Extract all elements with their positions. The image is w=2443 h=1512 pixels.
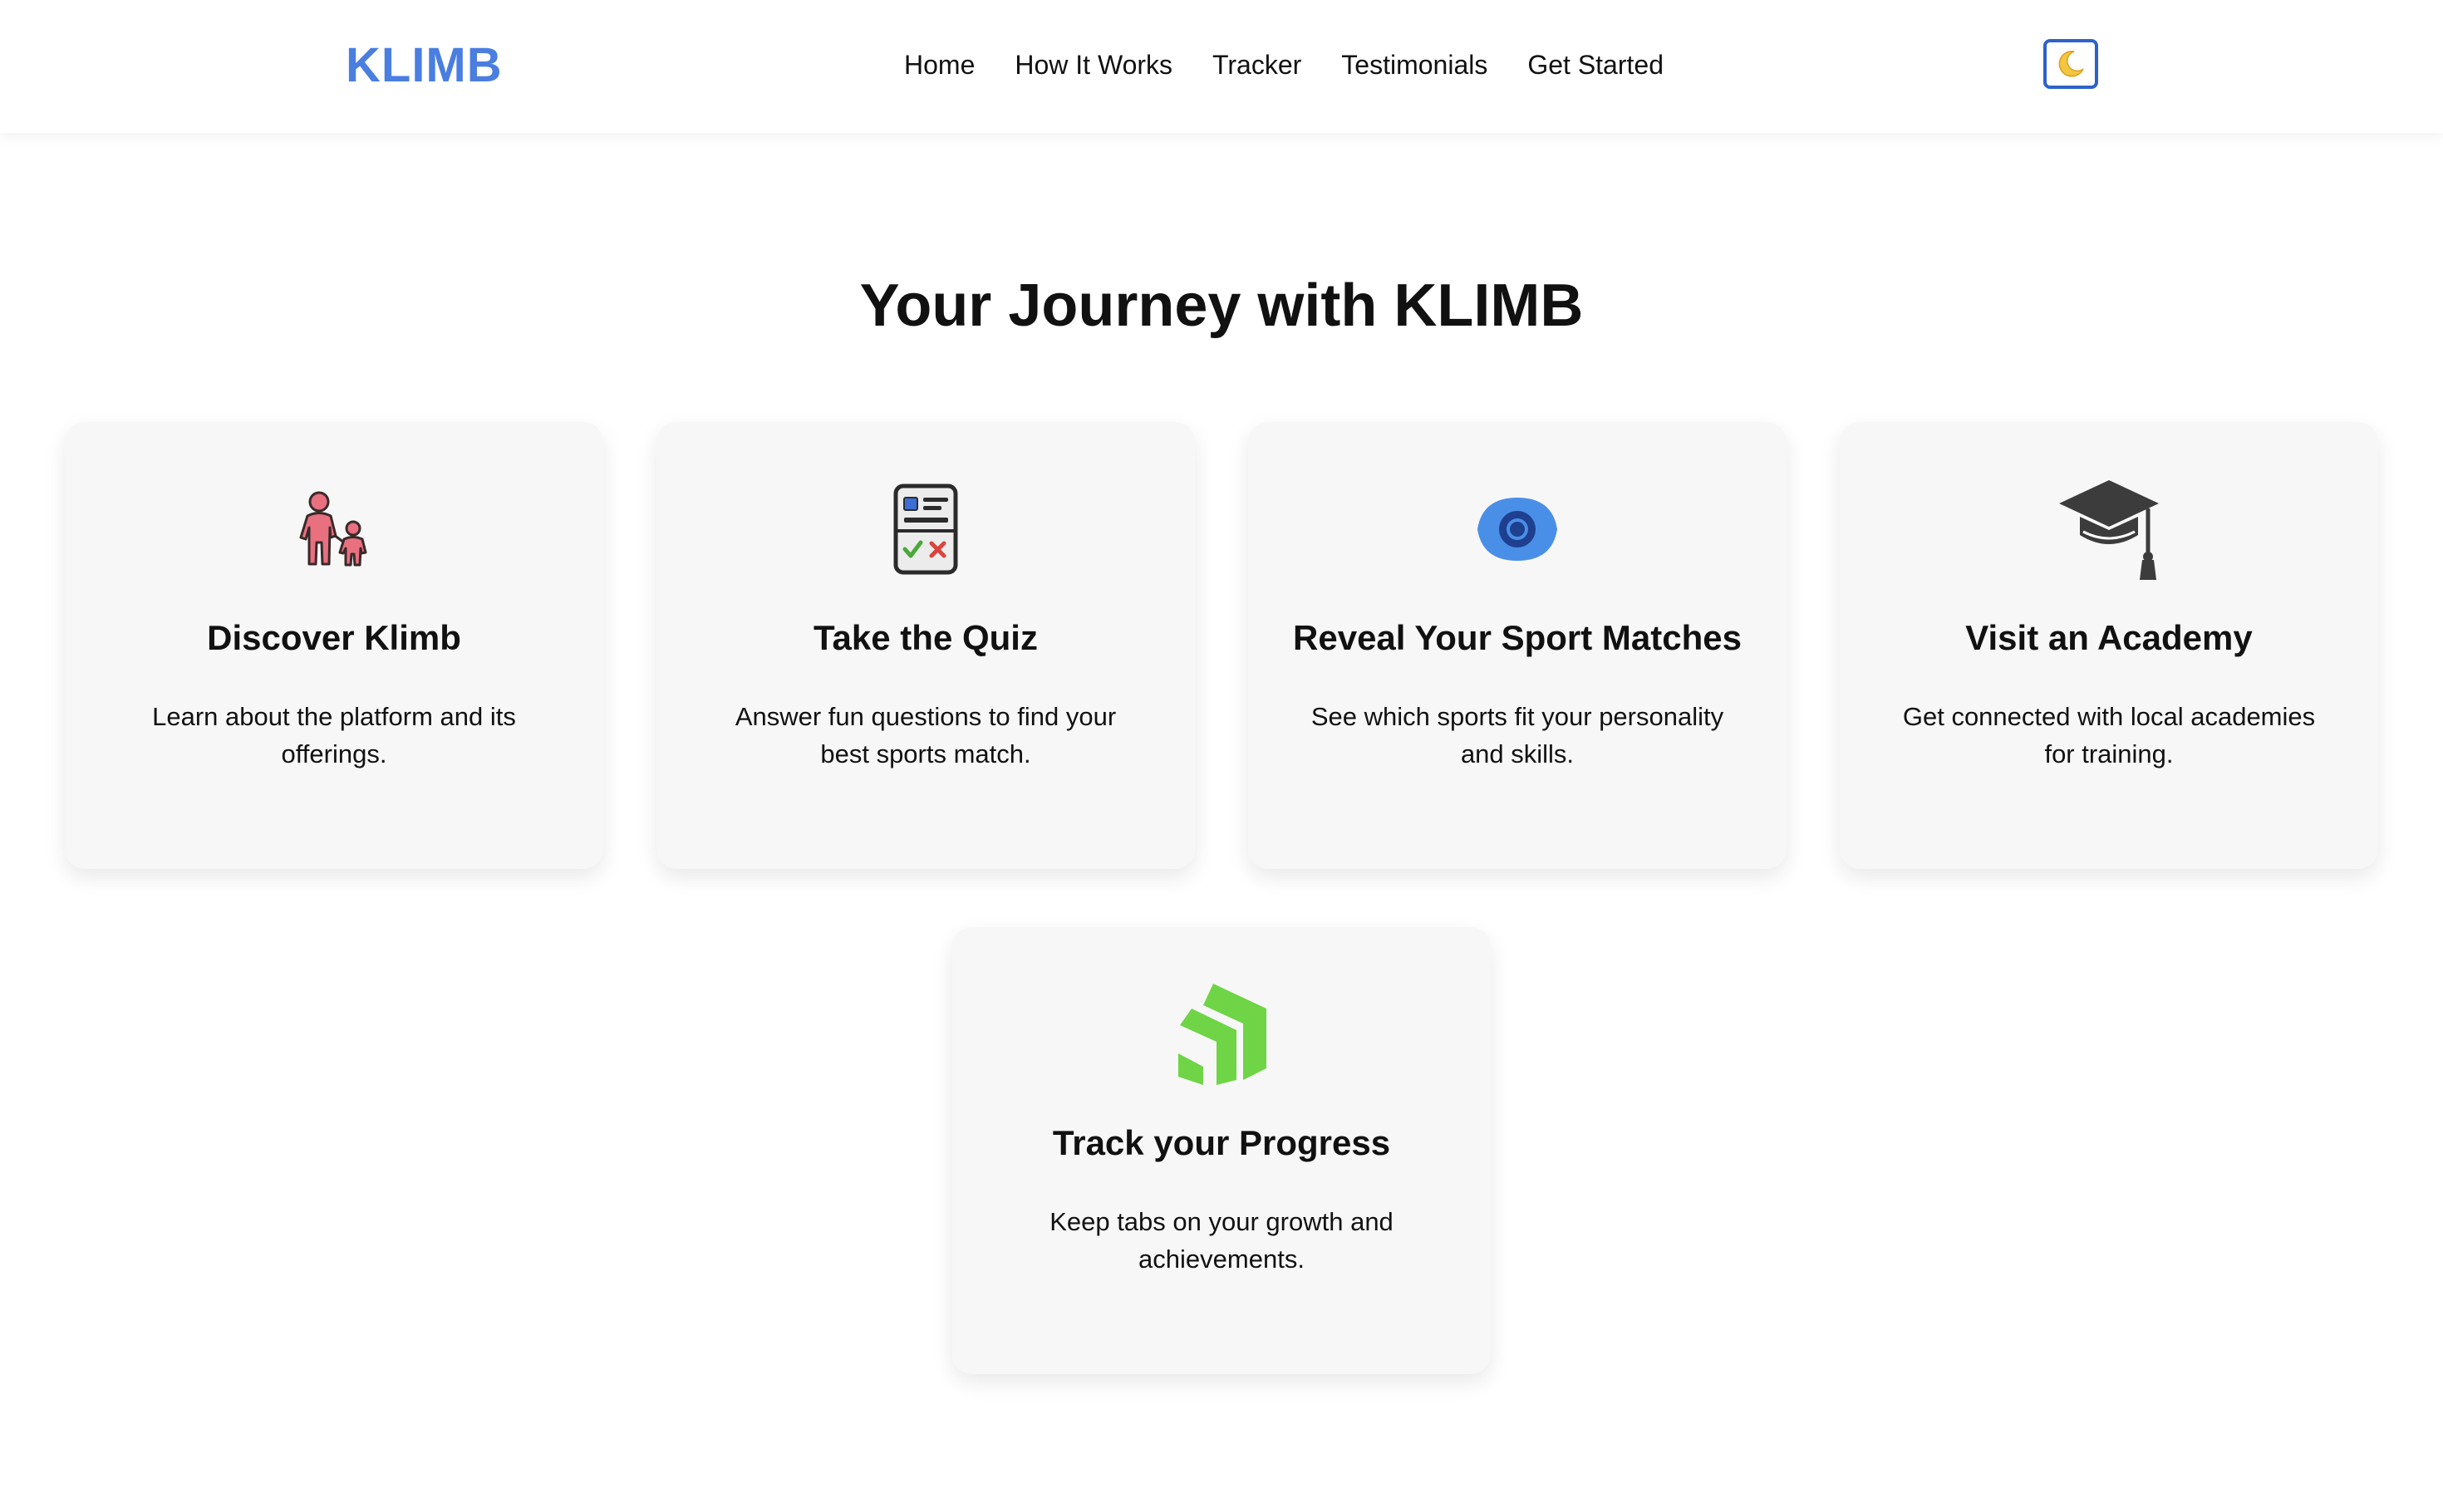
- quiz-form-icon: [893, 484, 958, 575]
- nav-link-get-started[interactable]: Get Started: [1527, 47, 1664, 83]
- step-title: Reveal Your Sport Matches: [1293, 618, 1742, 657]
- nav-link-home[interactable]: Home: [904, 47, 975, 83]
- nav-link-testimonials[interactable]: Testimonials: [1341, 47, 1487, 83]
- parent-child-icon: [299, 491, 367, 567]
- step-card-progress: Track your Progress Keep tabs on your gr…: [952, 927, 1491, 1374]
- progress-arrows-icon: [1178, 984, 1266, 1085]
- moon-icon: [2058, 51, 2084, 77]
- step-title: Take the Quiz: [814, 618, 1038, 657]
- step-title: Track your Progress: [1052, 1123, 1391, 1162]
- eye-icon: [1477, 498, 1557, 561]
- navbar: KLIMB Home How It Works Tracker Testimon…: [0, 0, 2443, 133]
- step-card-quiz: Take the Quiz Answer fun questions to fi…: [656, 422, 1195, 869]
- logo[interactable]: KLIMB: [346, 37, 503, 95]
- step-title: Visit an Academy: [1965, 618, 2253, 657]
- step-description: Get connected with local academies for t…: [1902, 702, 2316, 768]
- page-title: Your Journey with KLIMB: [859, 272, 1584, 339]
- step-card-academy: Visit an Academy Get connected with loca…: [1840, 422, 2378, 869]
- graduation-cap-icon: [2059, 480, 2159, 580]
- nav-link-how-it-works[interactable]: How It Works: [1015, 47, 1172, 83]
- theme-toggle-button[interactable]: [2043, 39, 2098, 89]
- step-description: Keep tabs on your growth and achievement…: [1049, 1207, 1394, 1274]
- nav-link-tracker[interactable]: Tracker: [1212, 47, 1301, 83]
- step-description: Learn about the platform and its offerin…: [152, 702, 516, 768]
- step-description: See which sports fit your personality an…: [1310, 702, 1724, 768]
- step-card-discover: Discover Klimb Learn about the platform …: [65, 422, 603, 869]
- nav-links: Home How It Works Tracker Testimonials G…: [904, 47, 1703, 83]
- step-title: Discover Klimb: [207, 618, 461, 657]
- step-card-sport-matches: Reveal Your Sport Matches See which spor…: [1248, 422, 1787, 869]
- step-description: Answer fun questions to find your best s…: [735, 702, 1117, 768]
